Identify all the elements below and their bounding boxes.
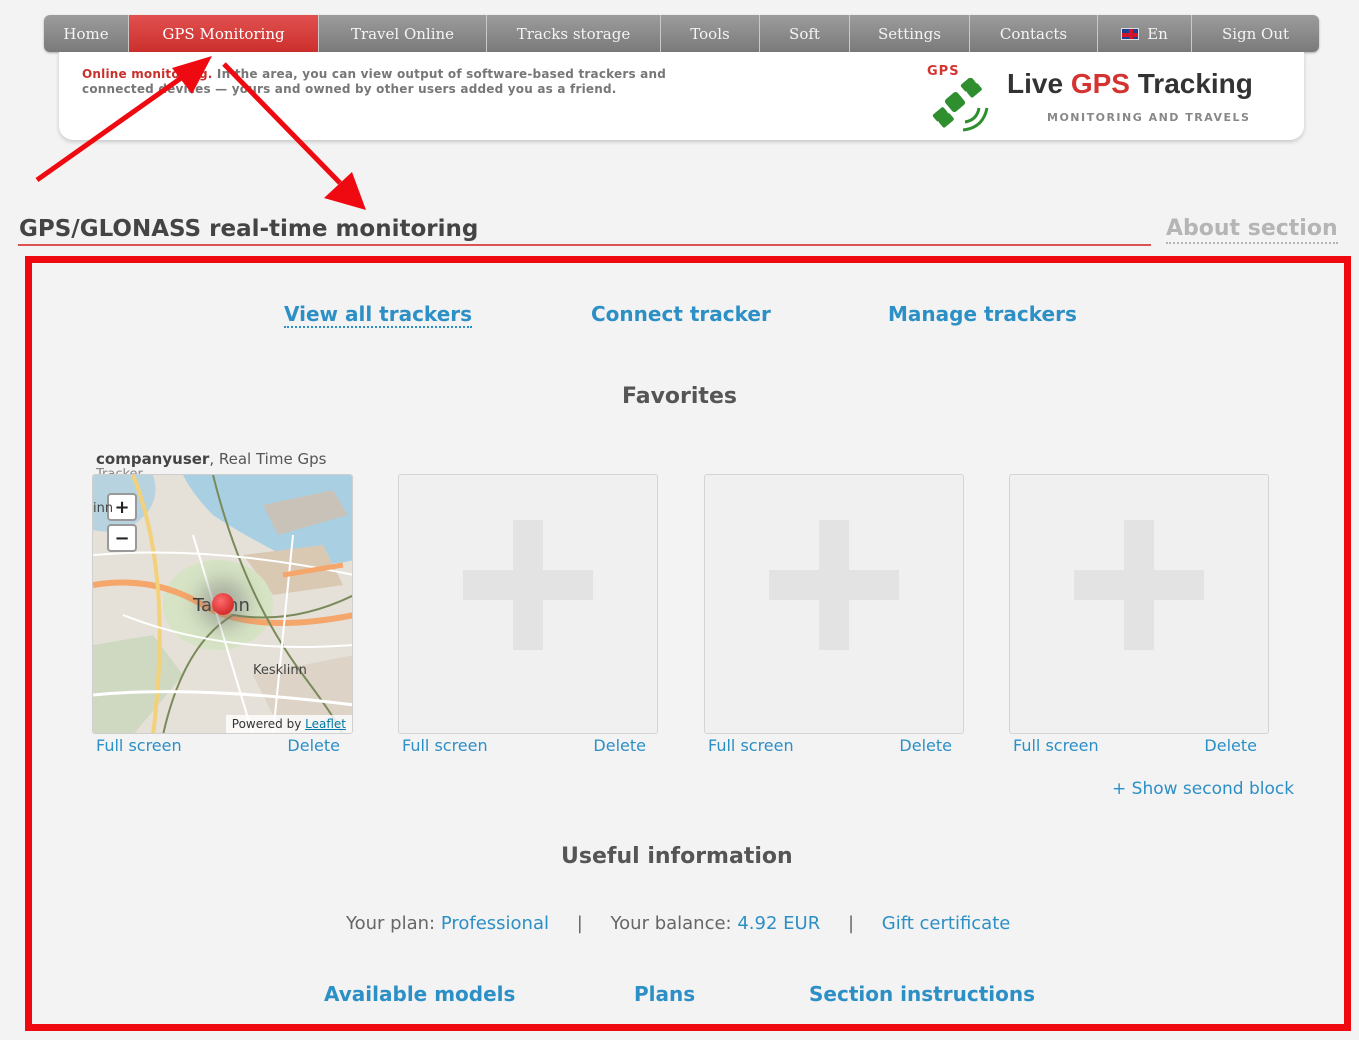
delete-link[interactable]: Delete	[899, 736, 952, 755]
balance-link[interactable]: 4.92 EUR	[737, 913, 820, 934]
map-attribution: Powered by Leaflet	[225, 715, 352, 733]
favorites-heading: Favorites	[622, 384, 737, 409]
empty-favorite-slot[interactable]	[1009, 474, 1269, 734]
main-navigation: Home GPS Monitoring Travel Online Tracks…	[44, 15, 1319, 52]
delete-link[interactable]: Delete	[593, 736, 646, 755]
about-section-link[interactable]: About section	[1166, 216, 1338, 244]
delete-link[interactable]: Delete	[287, 736, 340, 755]
full-screen-link[interactable]: Full screen	[708, 736, 794, 755]
site-logo[interactable]: GPS Live GPS Tracking MONITORING AND TRA…	[925, 62, 1285, 132]
full-screen-link[interactable]: Full screen	[402, 736, 488, 755]
empty-favorite-slot[interactable]	[398, 474, 658, 734]
manage-trackers-link[interactable]: Manage trackers	[888, 302, 1077, 326]
plan-link[interactable]: Professional	[441, 913, 549, 934]
plans-link[interactable]: Plans	[634, 982, 695, 1006]
delete-link[interactable]: Delete	[1204, 736, 1257, 755]
nav-language[interactable]: En	[1098, 15, 1192, 52]
favorite-map[interactable]: + − inn Tallinn Kesklinn Powered by Leaf…	[92, 474, 353, 734]
nav-tools[interactable]: Tools	[661, 15, 760, 52]
nav-gps-monitoring[interactable]: GPS Monitoring	[129, 15, 319, 52]
intro-highlight: Online monitoring.	[82, 67, 213, 81]
page-title: GPS/GLONASS real-time monitoring	[19, 216, 479, 242]
leaflet-link[interactable]: Leaflet	[305, 717, 346, 731]
full-screen-link[interactable]: Full screen	[1013, 736, 1099, 755]
uk-flag-icon	[1121, 27, 1140, 40]
useful-information-heading: Useful information	[561, 844, 793, 869]
language-label: En	[1147, 24, 1168, 43]
nav-soft[interactable]: Soft	[760, 15, 850, 52]
section-intro: Online monitoring. In the area, you can …	[82, 67, 682, 97]
nav-travel-online[interactable]: Travel Online	[319, 15, 487, 52]
tracker-location-marker-icon[interactable]	[212, 593, 234, 615]
nav-settings[interactable]: Settings	[850, 15, 970, 52]
available-models-link[interactable]: Available models	[324, 982, 515, 1006]
nav-home[interactable]: Home	[44, 15, 129, 52]
nav-contacts[interactable]: Contacts	[970, 15, 1098, 52]
map-edge-label: inn	[93, 501, 114, 516]
favorite-caption: companyuser, Real Time Gps	[96, 450, 326, 468]
connect-tracker-link[interactable]: Connect tracker	[591, 302, 771, 326]
favorite-tracker-name: , Real Time Gps	[209, 450, 327, 468]
account-info: Your plan: Professional | Your balance: …	[346, 913, 1010, 934]
nav-sign-out[interactable]: Sign Out	[1192, 15, 1319, 52]
info-separator: |	[576, 913, 583, 934]
show-second-block-link[interactable]: + Show second block	[1112, 779, 1294, 799]
section-instructions-link[interactable]: Section instructions	[809, 982, 1035, 1006]
header-card: Online monitoring. In the area, you can …	[59, 52, 1304, 140]
map-zoom-out-button[interactable]: −	[107, 524, 137, 552]
info-separator: |	[847, 913, 855, 934]
favorite-username: companyuser	[96, 450, 210, 468]
plan-label: Your plan:	[346, 913, 441, 934]
satellite-icon	[932, 78, 989, 132]
map-district-label: Kesklinn	[253, 663, 307, 678]
logo-title: Live GPS Tracking	[1007, 68, 1253, 99]
gift-certificate-link[interactable]: Gift certificate	[882, 913, 1011, 934]
title-divider	[18, 244, 1151, 246]
full-screen-link[interactable]: Full screen	[96, 736, 182, 755]
nav-tracks-storage[interactable]: Tracks storage	[487, 15, 661, 52]
empty-favorite-slot[interactable]	[704, 474, 964, 734]
logo-badge: GPS	[927, 64, 960, 79]
balance-label: Your balance:	[610, 913, 738, 934]
view-all-trackers-link[interactable]: View all trackers	[284, 302, 473, 328]
logo-subtitle: MONITORING AND TRAVELS	[1047, 111, 1251, 124]
